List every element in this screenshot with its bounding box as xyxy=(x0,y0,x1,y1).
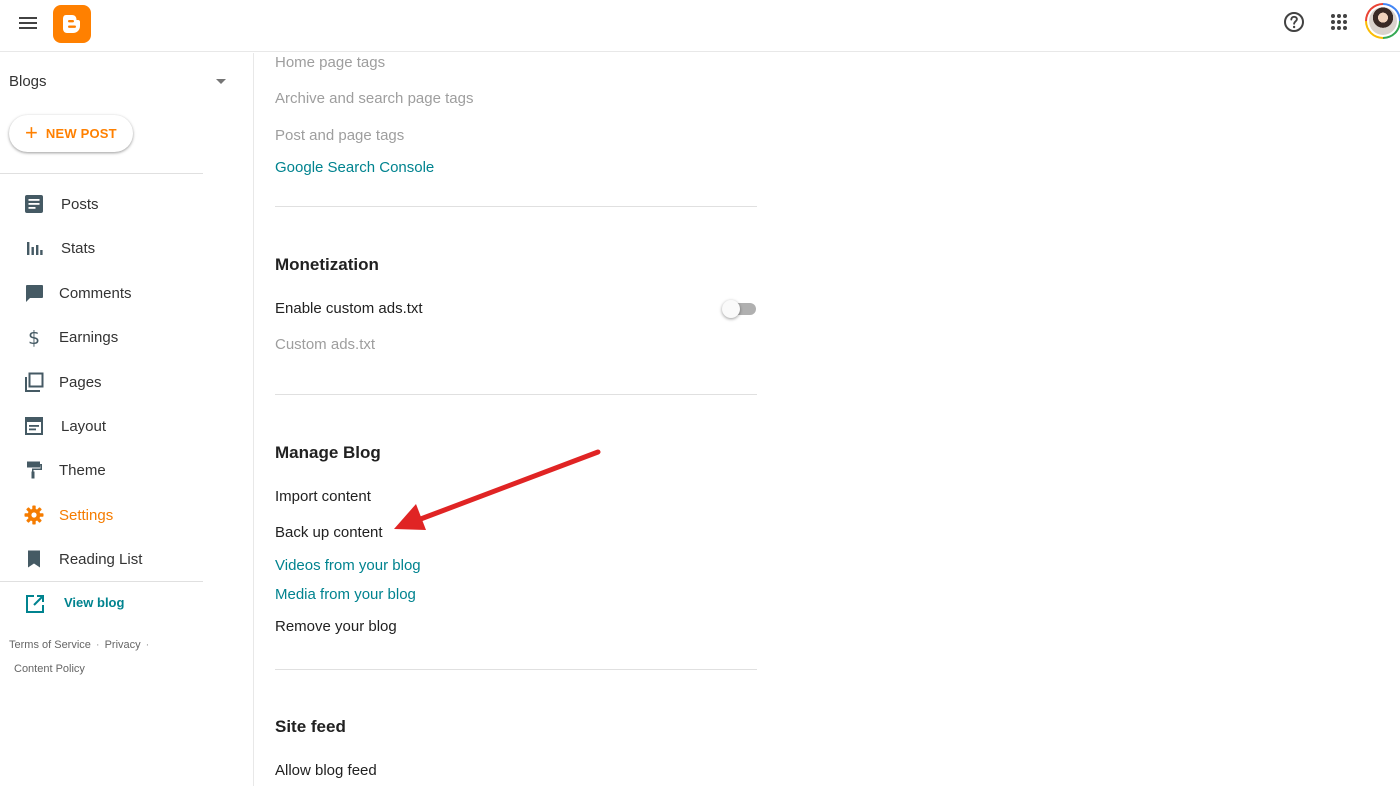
new-post-button[interactable]: + NEW POST xyxy=(9,115,133,152)
privacy-link[interactable]: Privacy xyxy=(105,639,141,651)
view-blog-link[interactable]: View blog xyxy=(0,589,200,619)
enable-custom-ads-txt-setting[interactable]: Enable custom ads.txt xyxy=(275,300,423,317)
sidebar-item-label: Stats xyxy=(61,239,96,257)
sidebar-item-theme[interactable]: Theme xyxy=(0,452,230,488)
settings-content: Home page tags Archive and search page t… xyxy=(275,53,757,786)
sidebar-item-label: Settings xyxy=(59,506,114,524)
sidebar-item-layout[interactable]: Layout xyxy=(0,408,230,444)
caret-down-icon xyxy=(216,79,226,84)
avatar-photo xyxy=(1369,7,1397,35)
sidebar-item-reading-list[interactable]: Reading List xyxy=(0,541,230,577)
plus-icon: + xyxy=(25,119,38,145)
section-divider xyxy=(275,394,757,395)
view-blog-label: View blog xyxy=(64,595,125,610)
sidebar-footer: Terms of Service · Privacy · Content Policy xyxy=(9,633,189,681)
sidebar-item-label: Posts xyxy=(61,195,99,213)
manage-blog-heading: Manage Blog xyxy=(275,443,381,462)
sidebar-item-label: Pages xyxy=(59,373,102,391)
dollar-icon: $ xyxy=(24,327,44,349)
home-page-tags-setting: Home page tags xyxy=(275,54,386,71)
media-from-blog-link[interactable]: Media from your blog xyxy=(275,586,416,603)
separator-dot: · xyxy=(145,639,150,651)
sidebar-divider xyxy=(0,173,203,174)
pages-icon xyxy=(24,372,44,392)
terms-of-service-link[interactable]: Terms of Service xyxy=(9,639,91,651)
sidebar-item-label: Layout xyxy=(61,417,107,435)
sidebar-item-label: Comments xyxy=(59,284,132,302)
import-content-setting[interactable]: Import content xyxy=(275,488,371,505)
sidebar-item-settings[interactable]: Settings xyxy=(0,497,230,533)
google-search-console-link[interactable]: Google Search Console xyxy=(275,159,434,176)
bookmark-icon xyxy=(24,549,44,569)
paint-roller-icon xyxy=(24,460,44,480)
section-divider xyxy=(275,206,757,207)
sidebar-item-pages[interactable]: Pages xyxy=(0,364,230,400)
stats-icon xyxy=(24,238,44,258)
ads-txt-toggle[interactable] xyxy=(722,299,758,319)
help-circle-icon[interactable] xyxy=(1282,10,1306,34)
blogger-logo-icon[interactable] xyxy=(53,5,91,43)
new-post-label: NEW POST xyxy=(45,126,117,141)
layout-icon xyxy=(24,416,44,436)
user-avatar[interactable] xyxy=(1365,3,1400,39)
sidebar-item-label: Reading List xyxy=(59,550,143,568)
apps-grid-icon[interactable] xyxy=(1327,10,1351,34)
sidebar-item-stats[interactable]: Stats xyxy=(0,230,230,266)
sidebar-item-comments[interactable]: Comments xyxy=(0,275,230,311)
post-page-tags-setting: Post and page tags xyxy=(275,127,405,144)
sidebar: Blogs + NEW POST Posts Stats Comments $ … xyxy=(0,53,254,786)
separator-dot: · xyxy=(95,639,100,651)
sidebar-item-label: Theme xyxy=(59,461,106,479)
open-in-new-icon xyxy=(25,594,45,614)
allow-blog-feed-setting[interactable]: Allow blog feed xyxy=(275,762,377,779)
sidebar-item-earnings[interactable]: $ Earnings xyxy=(0,319,230,355)
sidebar-item-posts[interactable]: Posts xyxy=(0,186,230,222)
content-policy-link[interactable]: Content Policy xyxy=(14,663,85,675)
videos-from-blog-link[interactable]: Videos from your blog xyxy=(275,557,421,574)
comments-icon xyxy=(24,283,44,303)
blog-selector-label: Blogs xyxy=(9,73,47,90)
sidebar-item-label: Earnings xyxy=(59,328,119,346)
blog-selector[interactable]: Blogs xyxy=(9,71,229,93)
toggle-thumb xyxy=(722,300,740,318)
gear-icon xyxy=(24,505,44,525)
top-app-bar xyxy=(0,0,1400,52)
hamburger-menu-icon[interactable] xyxy=(14,10,42,36)
monetization-heading: Monetization xyxy=(275,255,379,274)
sidebar-divider xyxy=(0,581,203,582)
site-feed-heading: Site feed xyxy=(275,717,346,736)
archive-search-tags-setting: Archive and search page tags xyxy=(275,90,474,107)
posts-icon xyxy=(24,194,44,214)
svg-text:$: $ xyxy=(28,327,40,347)
section-divider xyxy=(275,669,757,670)
remove-blog-setting[interactable]: Remove your blog xyxy=(275,618,397,635)
custom-ads-txt-setting: Custom ads.txt xyxy=(275,336,376,353)
back-up-content-setting[interactable]: Back up content xyxy=(275,524,383,541)
